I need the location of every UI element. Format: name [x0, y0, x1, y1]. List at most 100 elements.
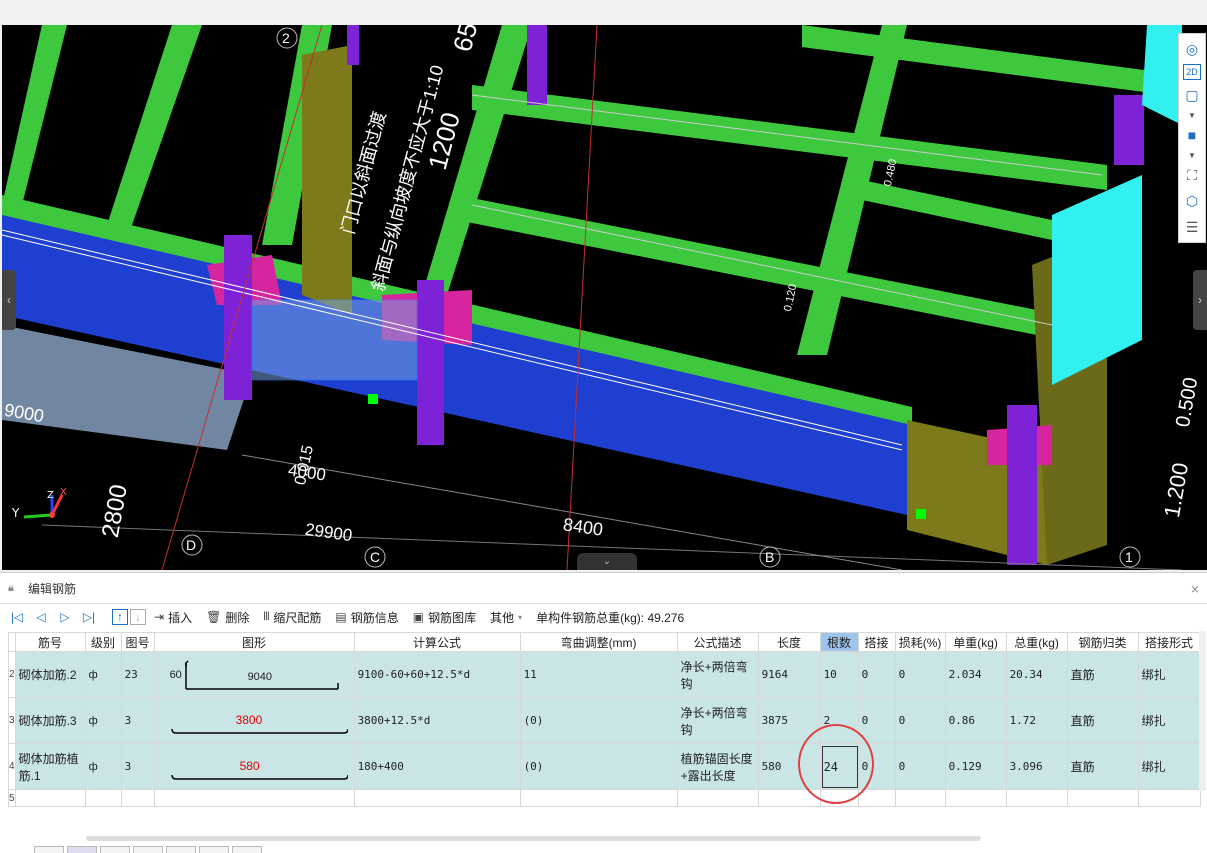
cell-category[interactable]: 直筋 — [1066, 743, 1139, 790]
col-formula[interactable]: 计算公式 — [353, 632, 521, 652]
cell-length[interactable]: 9164 — [757, 651, 821, 698]
grid-label-1: 1 — [1125, 549, 1133, 565]
cell-bend-adjust[interactable]: 11 — [519, 651, 678, 698]
horizontal-scrollbar[interactable] — [86, 836, 981, 841]
fit-view-icon[interactable]: ⛶ — [1181, 164, 1203, 186]
cell-bar-no[interactable]: 砌体加筋.3 — [14, 697, 86, 744]
chevron-down-icon[interactable]: ▼ — [1181, 110, 1203, 120]
cell-bend-adjust[interactable]: (0) — [519, 697, 678, 744]
cell-total-weight[interactable]: 3.096 — [1005, 743, 1068, 790]
cell-loss[interactable]: 0 — [894, 697, 946, 744]
cell-figure-no[interactable]: 23 — [120, 651, 155, 698]
rebar-info-button[interactable]: ▤ 钢筋信息 — [329, 607, 404, 627]
collapse-panel-tab[interactable]: ⌄ — [577, 553, 637, 570]
3d-cube-icon[interactable]: ▢ — [1181, 84, 1203, 106]
col-bend-adjust[interactable]: 弯曲调整(mm) — [519, 632, 678, 652]
vertical-scrollbar[interactable] — [1199, 631, 1206, 791]
chevron-down-icon: ▾ — [518, 612, 523, 622]
cell-figure-no[interactable]: 3 — [120, 743, 155, 790]
other-menu-button[interactable]: 其他 ▾ — [484, 607, 528, 627]
close-icon[interactable]: × — [1191, 581, 1199, 597]
bottom-tab[interactable] — [199, 846, 229, 853]
cell-bar-no[interactable]: 砌体加筋.2 — [14, 651, 86, 698]
col-shape[interactable]: 图形 — [153, 632, 355, 652]
table-row[interactable]: 4 砌体加筋植筋.1 ф 3 580 180+400 (0) 植筋锚固长度+露出… — [8, 743, 1201, 790]
cell-formula-desc[interactable]: 净长+两倍弯钩 — [676, 651, 759, 698]
cell-formula-desc[interactable]: 净长+两倍弯钩 — [676, 697, 759, 744]
table-row[interactable]: 3 砌体加筋.3 ф 3 3800 3800+12.5*d (0) 净长+两倍弯… — [8, 697, 1201, 744]
3d-viewport[interactable]: Y Z X 2 1 D C B 650 1200 2800 9000 4000 … — [2, 25, 1207, 570]
box-select-icon[interactable]: ⬡ — [1181, 190, 1203, 212]
next-record-icon[interactable]: ▷ — [54, 607, 76, 627]
display-settings-icon[interactable]: ☰ — [1181, 216, 1203, 238]
cell-total-weight[interactable]: 1.72 — [1005, 697, 1068, 744]
col-grade[interactable]: 级别 — [84, 632, 122, 652]
cell-grade[interactable]: ф — [84, 743, 122, 790]
cell-count[interactable]: 10 — [819, 651, 859, 698]
col-lap-type[interactable]: 搭接形式 — [1137, 632, 1201, 652]
bottom-tab[interactable] — [133, 846, 163, 853]
view-toolbar: ◎ 2D ▢ ▼ ■ ▼ ⛶ ⬡ ☰ — [1178, 33, 1206, 243]
cell-category[interactable]: 直筋 — [1066, 697, 1139, 744]
col-figure-no[interactable]: 图号 — [120, 632, 155, 652]
insert-button[interactable]: ⇥ 插入 — [148, 607, 198, 627]
shape-left-length: 60 — [169, 668, 182, 681]
col-loss[interactable]: 损耗(%) — [894, 632, 946, 652]
col-category[interactable]: 钢筋归类 — [1066, 632, 1139, 652]
col-lap[interactable]: 搭接 — [857, 632, 896, 652]
cell-loss[interactable]: 0 — [894, 651, 946, 698]
cell-shape[interactable]: 60 9040 — [153, 651, 355, 698]
left-panel-toggle[interactable]: ‹ — [2, 270, 16, 330]
rebar-library-button[interactable]: ▣ 钢筋图库 — [407, 607, 482, 627]
cell-formula[interactable]: 3800+12.5*d — [353, 697, 521, 744]
cell-unit-weight[interactable]: 0.129 — [944, 743, 1007, 790]
table-header: 筋号 级别 图号 图形 计算公式 弯曲调整(mm) 公式描述 长度 根数 搭接 … — [8, 632, 1201, 652]
table-row[interactable]: 2 砌体加筋.2 ф 23 60 9040 9100-60+60+12.5*d … — [8, 651, 1201, 698]
bottom-tab[interactable] — [166, 846, 196, 853]
cell-lap-type[interactable]: 绑扎 — [1137, 743, 1201, 790]
scale-rebar-button[interactable]: 𝍫 缩尺配筋 — [257, 607, 327, 627]
first-record-icon[interactable]: |◁ — [6, 607, 28, 627]
bottom-tab[interactable] — [232, 846, 262, 853]
cell-category[interactable]: 直筋 — [1066, 651, 1139, 698]
col-unit-weight[interactable]: 单重(kg) — [944, 632, 1007, 652]
col-total-weight[interactable]: 总重(kg) — [1005, 632, 1068, 652]
cell-unit-weight[interactable]: 2.034 — [944, 651, 1007, 698]
cell-loss[interactable]: 0 — [894, 743, 946, 790]
move-down-icon[interactable]: ↓ — [130, 609, 146, 625]
last-record-icon[interactable]: ▷| — [78, 607, 100, 627]
solid-cube-icon[interactable]: ■ — [1181, 124, 1203, 146]
prev-record-icon[interactable]: ◁ — [30, 607, 52, 627]
cell-shape[interactable]: 3800 — [153, 697, 355, 744]
orbit-icon[interactable]: ◎ — [1181, 38, 1203, 60]
cell-grade[interactable]: ф — [84, 651, 122, 698]
cell-formula[interactable]: 9100-60+60+12.5*d — [353, 651, 521, 698]
cell-figure-no[interactable]: 3 — [120, 697, 155, 744]
cell-formula[interactable]: 180+400 — [353, 743, 521, 790]
cell-bar-no[interactable]: 砌体加筋植筋.1 — [14, 743, 86, 790]
move-up-icon[interactable]: ↑ — [112, 609, 128, 625]
cell-unit-weight[interactable]: 0.86 — [944, 697, 1007, 744]
col-bar-no[interactable]: 筋号 — [14, 632, 86, 652]
pin-icon[interactable]: 🔒︎ — [8, 582, 22, 595]
cell-lap-type[interactable]: 绑扎 — [1137, 697, 1201, 744]
chevron-down-icon[interactable]: ▼ — [1181, 150, 1203, 160]
cell-bend-adjust[interactable]: (0) — [519, 743, 678, 790]
cell-grade[interactable]: ф — [84, 697, 122, 744]
col-length[interactable]: 长度 — [757, 632, 821, 652]
2d-view-icon[interactable]: 2D — [1183, 64, 1201, 80]
cell-formula-desc[interactable]: 植筋锚固长度+露出长度 — [676, 743, 759, 790]
col-count[interactable]: 根数 — [819, 632, 859, 652]
right-panel-toggle[interactable]: › — [1193, 270, 1207, 330]
table-row-empty[interactable]: 5 — [8, 789, 1201, 807]
delete-button[interactable]: 🗑︎ 删除 — [200, 607, 255, 627]
bottom-tab[interactable] — [67, 846, 97, 853]
ruler-icon: 𝍫 — [263, 608, 270, 623]
cell-shape[interactable]: 580 — [153, 743, 355, 790]
cell-total-weight[interactable]: 20.34 — [1005, 651, 1068, 698]
bottom-tab[interactable] — [34, 846, 64, 853]
cell-lap-type[interactable]: 绑扎 — [1137, 651, 1201, 698]
bottom-tab[interactable] — [100, 846, 130, 853]
cell-lap[interactable]: 0 — [857, 651, 896, 698]
col-formula-desc[interactable]: 公式描述 — [676, 632, 759, 652]
